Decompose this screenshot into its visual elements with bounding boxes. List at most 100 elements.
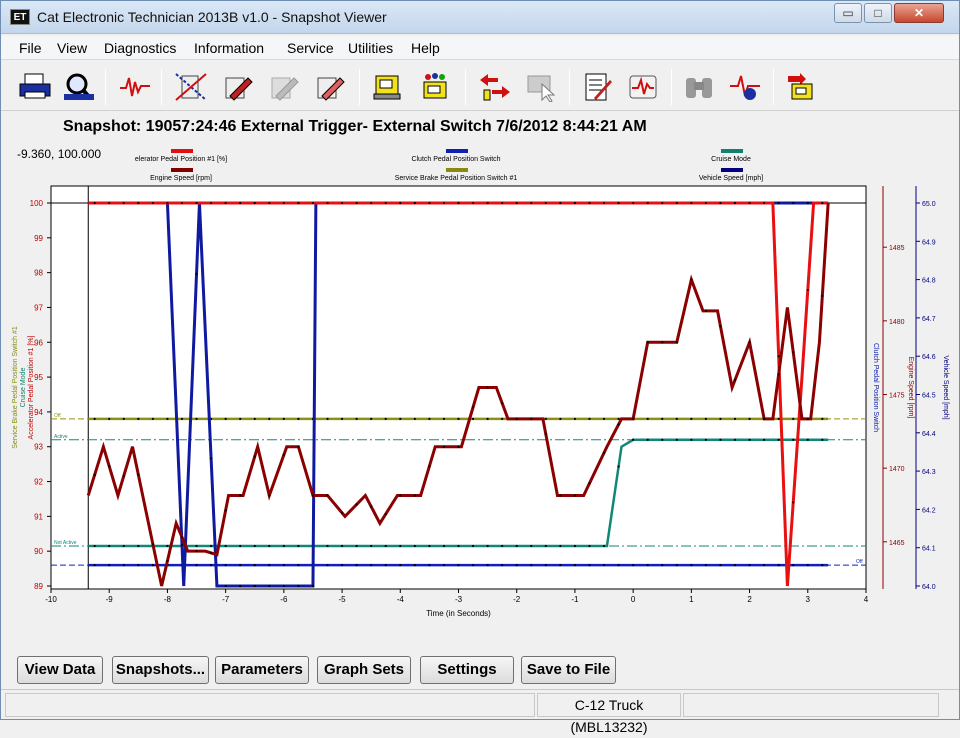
series-point xyxy=(253,201,256,205)
printer-icon[interactable] xyxy=(15,67,55,107)
graph-sets-button[interactable]: Graph Sets xyxy=(317,656,411,684)
series-point xyxy=(151,417,154,420)
x-tick-label: -5 xyxy=(339,595,347,604)
series-point xyxy=(748,564,751,567)
print-preview-icon[interactable] xyxy=(59,67,99,107)
series-point xyxy=(471,544,475,548)
waveform-icon[interactable] xyxy=(115,67,155,107)
status-left xyxy=(5,693,535,717)
series-point xyxy=(355,417,358,420)
y-left-tick-label: 95 xyxy=(34,373,43,382)
menu-help[interactable]: Help xyxy=(411,40,440,56)
status-ecm: C-12 Truck (MBL13232) xyxy=(537,693,681,735)
series-point xyxy=(297,201,300,205)
legend-label: Service Brake Pedal Position Switch #1 xyxy=(395,175,518,182)
y-right-vehicle-tick-label: 64.8 xyxy=(922,278,936,285)
ecm-exit-icon[interactable] xyxy=(781,67,821,107)
close-button[interactable]: ✕ xyxy=(894,3,944,23)
series-point xyxy=(471,406,475,409)
series-point xyxy=(253,417,256,420)
series-point xyxy=(122,564,125,567)
y-right-vehicle-tick-label: 64.6 xyxy=(922,354,936,361)
settings-button[interactable]: Settings xyxy=(420,656,514,684)
y-left-tick-label: 89 xyxy=(34,582,43,591)
series-point xyxy=(224,417,227,420)
menu-service[interactable]: Service xyxy=(287,40,334,56)
arrows-exchange-icon[interactable] xyxy=(475,67,515,107)
series-point xyxy=(137,544,140,548)
series-point xyxy=(355,201,358,205)
series-point xyxy=(108,564,111,567)
series-point xyxy=(340,564,344,567)
series-point xyxy=(675,564,678,567)
menu-file[interactable]: File xyxy=(19,40,42,56)
title-bar[interactable]: ET Cat Electronic Technician 2013B v1.0 … xyxy=(1,1,959,34)
parameters-button[interactable]: Parameters xyxy=(215,656,309,684)
series-point xyxy=(413,564,416,567)
series-point xyxy=(806,564,809,567)
menu-utilities[interactable]: Utilities xyxy=(348,40,393,56)
minimize-button[interactable]: ▭ xyxy=(834,3,862,23)
series-point xyxy=(282,564,285,567)
series-point xyxy=(719,438,722,441)
series-point xyxy=(413,417,416,420)
menu-view[interactable]: View xyxy=(57,40,87,56)
x-tick-label: -8 xyxy=(164,595,172,604)
series-point xyxy=(224,564,227,567)
tool-disabled-icon[interactable] xyxy=(171,67,211,107)
legend-swatch xyxy=(446,149,468,153)
series-point xyxy=(297,584,300,588)
series-point xyxy=(326,494,329,497)
legend-swatch xyxy=(721,168,743,172)
series-point xyxy=(253,544,256,548)
series-point xyxy=(763,417,766,420)
binoculars-icon[interactable] xyxy=(679,67,719,107)
report-icon[interactable] xyxy=(577,67,617,107)
maximize-button[interactable]: □ xyxy=(864,3,892,23)
view-data-button[interactable]: View Data xyxy=(17,656,103,684)
series-point xyxy=(733,417,737,420)
ecm-cursor-icon[interactable] xyxy=(521,67,561,107)
series-point xyxy=(457,417,460,420)
series-point xyxy=(748,341,751,344)
trigger-icon[interactable] xyxy=(725,67,765,107)
tool-grey-icon[interactable] xyxy=(263,67,303,107)
series-point xyxy=(195,564,198,567)
series-point xyxy=(457,544,460,548)
series-point xyxy=(413,201,416,205)
snapshots-button[interactable]: Snapshots... xyxy=(112,656,209,684)
snapshot-graph[interactable]: 1009998979695949392919089-10 -9 -8 -7 -6 -5 -4… xyxy=(1,141,960,621)
ecm-flash-icon[interactable] xyxy=(415,67,455,107)
y-left-axis-label: Cruise Mode xyxy=(20,368,27,408)
series-point xyxy=(675,201,678,205)
series-point xyxy=(661,438,664,441)
save-to-file-button[interactable]: Save to File xyxy=(521,656,616,684)
series-point xyxy=(675,438,678,441)
x-tick-label: -7 xyxy=(222,595,230,604)
x-tick-label: 0 xyxy=(631,595,636,604)
tool-write-icon[interactable] xyxy=(309,67,349,107)
series-point xyxy=(224,509,227,512)
series-point xyxy=(122,417,125,420)
menu-diagnostics[interactable]: Diagnostics xyxy=(104,40,176,56)
series-point xyxy=(297,445,300,448)
series-point xyxy=(763,438,766,441)
series-point xyxy=(661,417,664,420)
heartbeat-icon[interactable] xyxy=(623,67,663,107)
series-point xyxy=(573,417,577,420)
series-point xyxy=(428,201,431,205)
series-point xyxy=(326,417,329,420)
ecm-list-icon[interactable] xyxy=(369,67,409,107)
series-point xyxy=(763,201,766,205)
series-point xyxy=(428,544,431,548)
y-right-vehicle-tick-label: 65.0 xyxy=(922,201,936,208)
x-tick-label: -6 xyxy=(280,595,288,604)
y-left-tick-label: 100 xyxy=(30,199,44,208)
tool-edit-icon[interactable] xyxy=(217,67,257,107)
y-right-vehicle-tick-label: 64.1 xyxy=(922,546,936,553)
series-point xyxy=(632,564,635,567)
menu-information[interactable]: Information xyxy=(194,40,264,56)
series-point xyxy=(370,201,373,205)
status-right xyxy=(683,693,939,717)
series-point xyxy=(340,417,344,420)
